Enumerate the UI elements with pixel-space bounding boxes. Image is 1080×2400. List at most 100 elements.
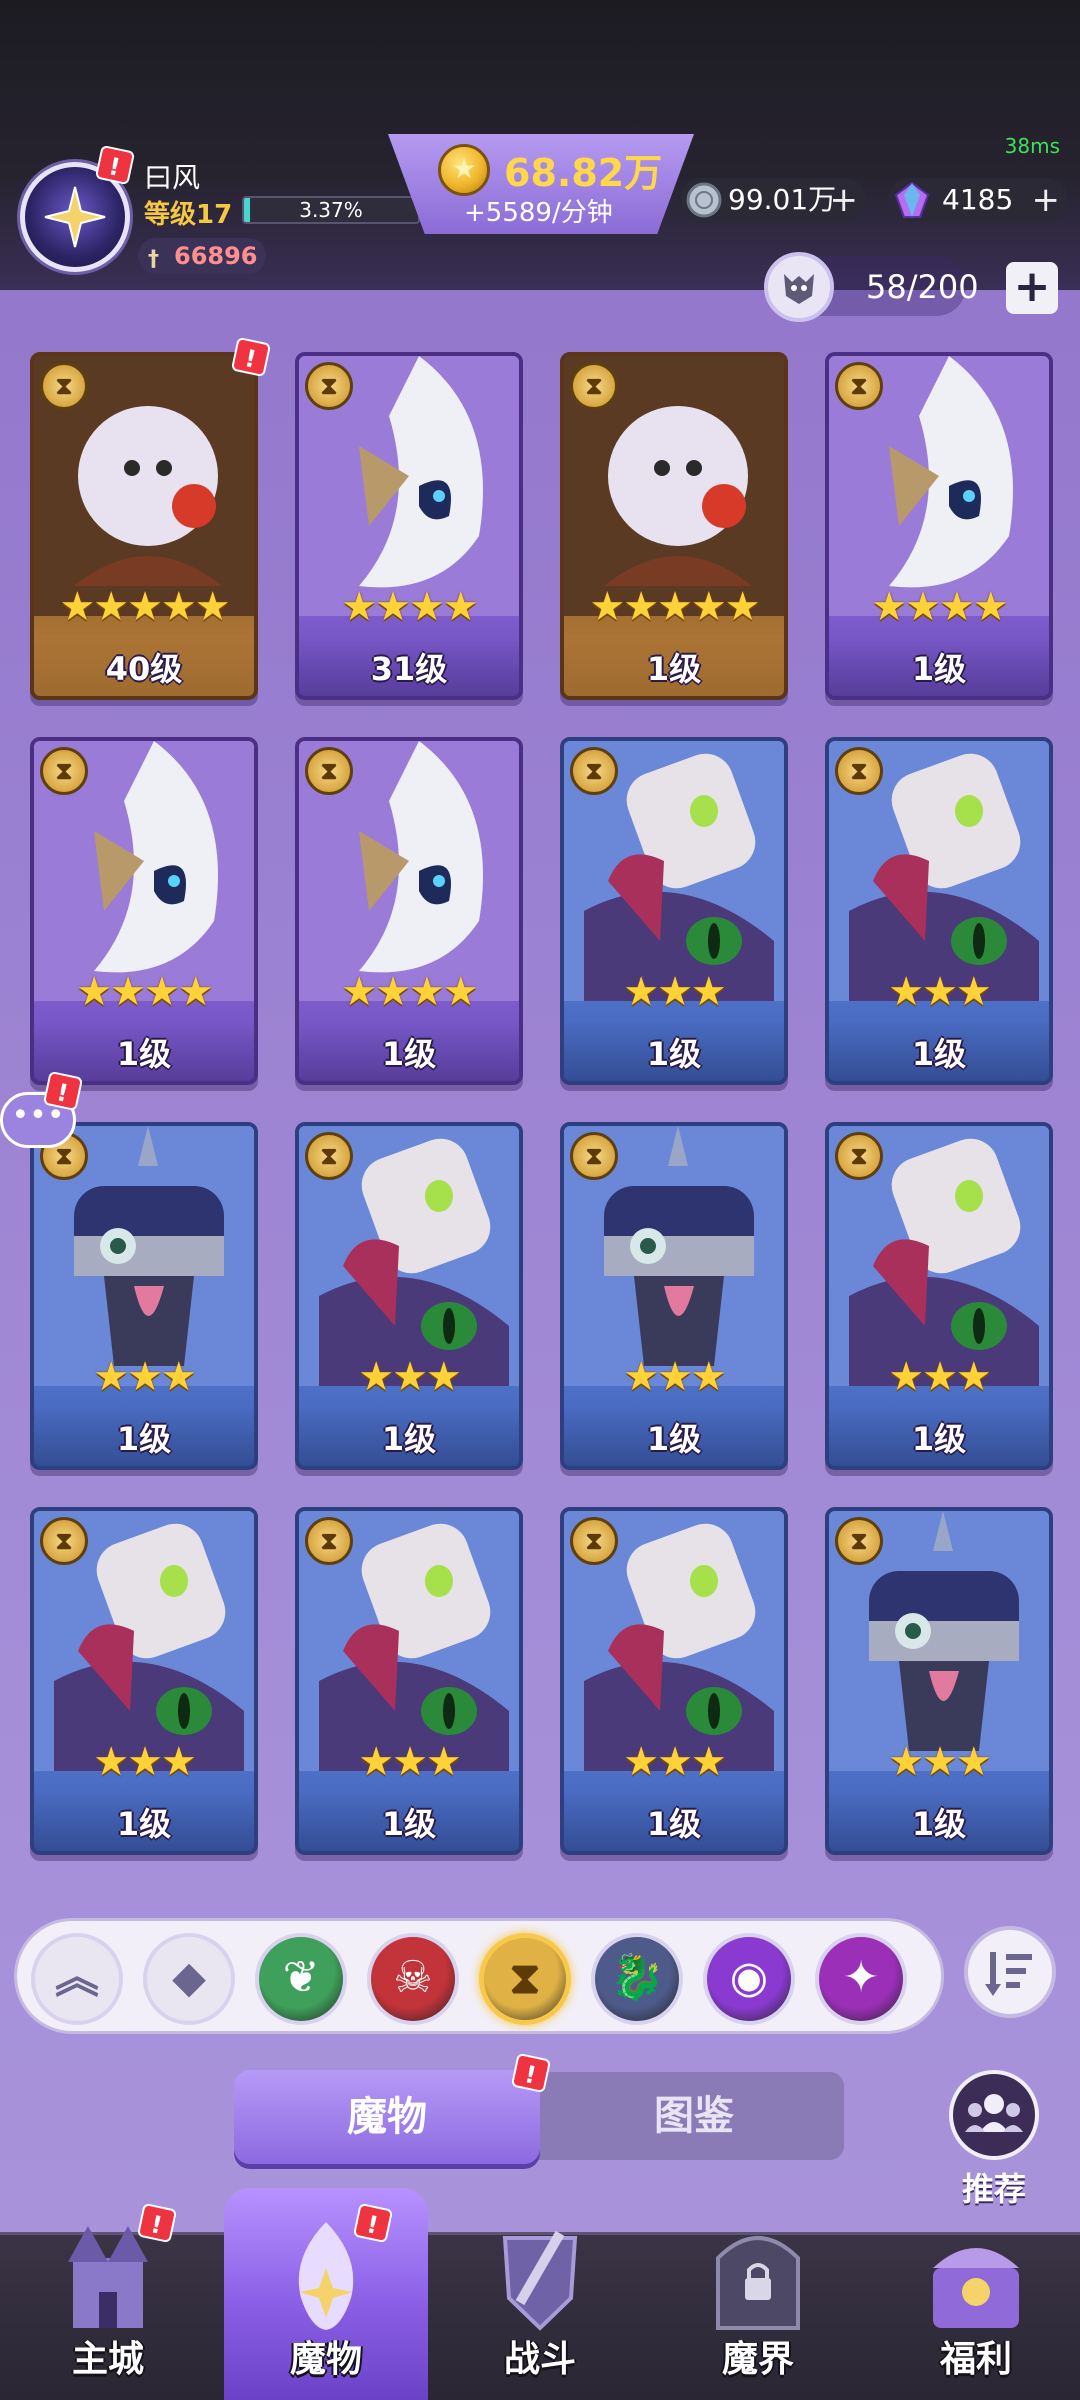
top-bar: 38ms ! 曰风 等级17 3.37% † 66896 ★ 68.82万 +5… <box>0 0 1080 290</box>
monster-card[interactable]: ⧗ ★★★ 1级 <box>560 1122 788 1470</box>
monster-level: 1级 <box>911 1805 967 1843</box>
lock-gate-icon <box>703 2218 813 2336</box>
hourglass-icon: ⧗ <box>40 1517 88 1565</box>
nav-label: 魔界 <box>721 2339 794 2380</box>
chat-alert-badge: ! <box>42 1070 84 1112</box>
nav-item-0[interactable]: 主城 <box>8 2218 208 2382</box>
expand-capacity-button[interactable]: + <box>1006 262 1058 314</box>
monster-capacity-icon <box>764 252 834 322</box>
chest-icon <box>921 2218 1031 2336</box>
monster-card[interactable]: ⧗ ★★★ 1级 <box>825 737 1053 1085</box>
gem-amount: 4185 <box>942 183 1014 216</box>
star-rating: ★★★★★ <box>59 584 230 630</box>
nav-label: 福利 <box>939 2339 1012 2380</box>
hourglass-icon: ⧗ <box>305 362 353 410</box>
nav-alert-badge: ! <box>352 2202 394 2244</box>
monster-level: 1级 <box>646 1035 702 1073</box>
sort-button[interactable] <box>964 1926 1056 2018</box>
star-rating: ★★★ <box>888 1354 992 1400</box>
monster-card[interactable]: ⧗ ★★★ 1级 <box>825 1122 1053 1470</box>
dragon-icon: 🐉 <box>609 1952 665 2003</box>
shuriken-filter-button[interactable]: ✦ <box>815 1933 907 2025</box>
gold-amount: 68.82万 <box>504 151 663 195</box>
hourglass-icon: ⧗ <box>835 362 883 410</box>
chevron-up-filter-button[interactable]: ︽ <box>31 1933 123 2025</box>
monster-card[interactable]: ⧗ ★★★ 1级 <box>560 1507 788 1855</box>
gem-icon <box>894 181 930 218</box>
chevron-up-icon: ︽ <box>55 1952 99 2003</box>
star-rating: ★★★ <box>623 1354 727 1400</box>
leaf-icon: ❦ <box>282 1952 320 2003</box>
nav-item-4[interactable]: 福利 <box>876 2218 1076 2382</box>
monster-card[interactable]: ⧗ ★★★ 1级 <box>30 1507 258 1855</box>
recommend-label: 推荐 <box>961 2170 1026 2208</box>
hourglass-filter-button[interactable]: ⧗ <box>479 1933 571 2025</box>
silver-coin-icon <box>686 182 722 218</box>
monster-card[interactable]: ⧗ ★★★★★ 40级 <box>30 352 258 700</box>
monster-level: 1级 <box>116 1420 172 1458</box>
hourglass-icon: ⧗ <box>835 1132 883 1180</box>
eye-icon: ◉ <box>729 1952 769 2003</box>
eye-filter-button[interactable]: ◉ <box>703 1933 795 2025</box>
monster-level: 1级 <box>116 1035 172 1073</box>
star-rating: ★★★★ <box>871 584 1008 630</box>
star-rating: ★★★ <box>358 1354 462 1400</box>
star-emblem-icon <box>44 186 106 248</box>
monster-level: 1级 <box>646 1420 702 1458</box>
monster-level: 1级 <box>381 1035 437 1073</box>
nav-label: 魔物 <box>289 2339 362 2380</box>
shield-sword-icon <box>485 2218 595 2336</box>
monster-card[interactable]: ⧗ ★★★★ 1级 <box>825 352 1053 700</box>
star-rating: ★★★★★ <box>589 584 760 630</box>
recommend-button[interactable]: 推荐 <box>944 2070 1044 2210</box>
nav-label: 主城 <box>71 2339 144 2380</box>
nav-item-2[interactable]: 战斗 <box>440 2218 640 2382</box>
hourglass-icon: ⧗ <box>305 747 353 795</box>
leaf-filter-button[interactable]: ❦ <box>255 1933 347 2025</box>
combat-power: † 66896 <box>138 238 266 274</box>
shuriken-icon: ✦ <box>842 1952 880 2003</box>
hourglass-icon: ⧗ <box>570 1517 618 1565</box>
monster-card[interactable]: ⧗ ★★★★ 31级 <box>295 352 523 700</box>
tab-codex[interactable]: 图鉴 <box>524 2072 844 2160</box>
capacity-count: 58/200 <box>866 268 979 306</box>
monster-card[interactable]: ⧗ ★★★ 1级 <box>30 1122 258 1470</box>
gem-resource[interactable]: 4185 + <box>888 178 1068 222</box>
silver-resource[interactable]: 99.01万 + <box>680 178 866 222</box>
star-rating: ★★★ <box>93 1354 197 1400</box>
star-rating: ★★★★ <box>341 969 478 1015</box>
hourglass-icon: ⧗ <box>570 747 618 795</box>
diamond-grid-filter-button[interactable]: ◆ <box>143 1933 235 2025</box>
tab-monsters[interactable]: 魔物 <box>234 2070 540 2164</box>
element-filter-bar: ︽ ◆ ❦ ☠ ⧗ 🐉 ◉ ✦ <box>14 1918 944 2034</box>
nav-item-1[interactable]: 魔物 <box>226 2218 426 2382</box>
add-gem-icon[interactable]: + <box>1032 178 1061 222</box>
monster-card[interactable]: ⧗ ★★★★ 1级 <box>295 737 523 1085</box>
monster-card[interactable]: ⧗ ★★★ 1级 <box>560 737 788 1085</box>
player-level: 等级17 <box>144 200 233 230</box>
monster-level: 1级 <box>646 1805 702 1843</box>
hourglass-icon: ⧗ <box>835 1517 883 1565</box>
add-silver-icon[interactable]: + <box>830 178 859 222</box>
xp-bar: 3.37% <box>242 196 420 224</box>
monster-card[interactable]: ⧗ ★★★ 1级 <box>295 1122 523 1470</box>
star-rating: ★★★ <box>623 969 727 1015</box>
hourglass-icon: ⧗ <box>570 362 618 410</box>
demon-filter-button[interactable]: ☠ <box>367 1933 459 2025</box>
monster-card[interactable]: ⧗ ★★★★★ 1级 <box>560 352 788 700</box>
monster-level: 1级 <box>646 650 702 688</box>
monster-card[interactable]: ⧗ ★★★★ 1级 <box>30 737 258 1085</box>
star-rating: ★★★★ <box>341 584 478 630</box>
hourglass-icon: ⧗ <box>835 747 883 795</box>
hourglass-icon: ⧗ <box>509 1953 541 2004</box>
gold-panel[interactable]: ★ 68.82万 +5589/分钟 <box>388 134 694 234</box>
star-rating: ★★★★ <box>76 969 213 1015</box>
hourglass-icon: ⧗ <box>40 747 88 795</box>
nav-item-3[interactable]: 魔界 <box>658 2218 858 2382</box>
hourglass-icon: ⧗ <box>40 362 88 410</box>
dragon-filter-button[interactable]: 🐉 <box>591 1933 683 2025</box>
monster-level: 40级 <box>105 650 183 688</box>
monster-card[interactable]: ⧗ ★★★ 1级 <box>295 1507 523 1855</box>
monster-card[interactable]: ⧗ ★★★ 1级 <box>825 1507 1053 1855</box>
gold-rate: +5589/分钟 <box>464 198 613 228</box>
